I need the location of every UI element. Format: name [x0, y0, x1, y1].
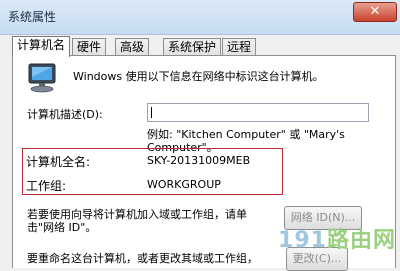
tab-advanced[interactable]: 高级	[115, 38, 150, 56]
close-button[interactable]: ✕	[353, 2, 397, 22]
description-input[interactable]	[147, 103, 369, 122]
computer-monitor-icon	[28, 63, 56, 93]
title-bar: 系统属性 ✕	[0, 0, 400, 35]
tab-hardware[interactable]: 硬件	[72, 38, 107, 56]
full-name-label: 计算机全名:	[26, 155, 91, 169]
tab-system-protection[interactable]: 系统保护	[163, 38, 222, 56]
window-title: 系统属性	[8, 10, 57, 24]
tab-computer-name[interactable]: 计算机名	[12, 36, 71, 57]
join-text-line2: 击"网络 ID"。	[27, 221, 97, 234]
tab-remote[interactable]: 远程	[222, 38, 257, 56]
intro-text: Windows 使用以下信息在网络中标识这台计算机。	[73, 70, 324, 83]
close-icon: ✕	[369, 4, 381, 19]
workgroup-value: WORKGROUP	[147, 178, 221, 191]
text-caret	[151, 107, 152, 118]
full-name-value: SKY-20131009MEB	[147, 154, 251, 167]
watermark: 191路由网	[278, 222, 396, 254]
watermark-text: 路由网	[326, 228, 396, 253]
watermark-number: 191	[278, 228, 327, 253]
workgroup-label: 工作组:	[26, 179, 67, 193]
rename-text: 要重命名这台计算机，或者更改其域或工作组，	[27, 252, 258, 265]
description-label: 计算机描述(D):	[27, 108, 103, 121]
